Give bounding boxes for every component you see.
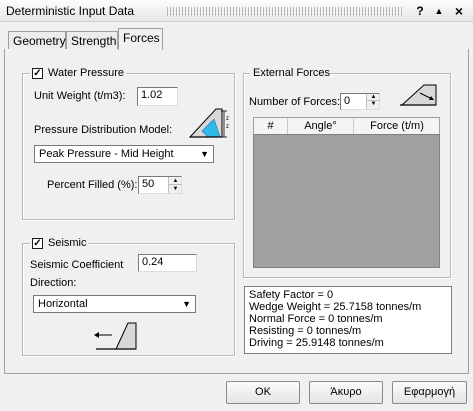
result-line: Wedge Weight = 25.7158 tonnes/m xyxy=(249,301,422,313)
result-line: Driving = 25.9148 tonnes/m xyxy=(249,337,384,349)
results-box: Safety Factor = 0 Wedge Weight = 25.7158… xyxy=(244,286,452,354)
column-header-number[interactable]: # xyxy=(254,118,288,135)
percent-filled-value: 50 xyxy=(142,178,155,190)
column-header-force[interactable]: Force (t/m) xyxy=(354,118,440,135)
distribution-label: Pressure Distribution Model: xyxy=(34,124,173,136)
spin-down-icon[interactable]: ▼ xyxy=(367,101,380,108)
forces-table-body[interactable] xyxy=(253,134,440,268)
water-pressure-checkbox[interactable]: ✓ xyxy=(32,68,43,79)
percent-filled-input[interactable]: 50 ▲ ▼ xyxy=(138,176,182,194)
tab-strength[interactable]: Strength xyxy=(66,31,118,50)
direction-value: Horizontal xyxy=(38,298,88,310)
seismic-coefficient-label: Seismic Coefficient xyxy=(30,259,124,271)
spin-up-icon[interactable]: ▲ xyxy=(367,94,380,101)
unit-weight-label: Unit Weight (t/m3): xyxy=(34,90,126,102)
seismic-coefficient-input[interactable]: 0.24 xyxy=(138,254,197,272)
percent-filled-label: Percent Filled (%): xyxy=(47,179,138,191)
external-force-slope-icon xyxy=(398,83,438,107)
svg-text:z: z xyxy=(226,124,229,130)
number-of-forces-label: Number of Forces: xyxy=(249,96,341,108)
direction-label: Direction: xyxy=(30,277,77,289)
result-line: Resisting = 0 tonnes/m xyxy=(249,325,362,337)
help-button[interactable]: ? xyxy=(413,3,427,19)
collapse-button[interactable]: ▲ xyxy=(432,3,446,19)
water-pressure-wedge-icon: z z xyxy=(188,107,233,141)
window-title: Deterministic Input Data xyxy=(6,4,135,18)
unit-weight-input[interactable]: 1.02 xyxy=(137,87,178,106)
number-of-forces-value: 0 xyxy=(344,95,351,107)
apply-button[interactable]: Εφαρμογή xyxy=(392,381,467,404)
ok-button[interactable]: OK xyxy=(226,381,300,404)
forces-table-header: # Angle° Force (t/m) xyxy=(253,117,440,135)
seismic-slope-icon xyxy=(92,319,137,351)
tab-forces[interactable]: Forces xyxy=(118,28,163,50)
number-of-forces-spinner[interactable]: ▲ ▼ xyxy=(366,94,380,109)
seismic-checkbox[interactable]: ✓ xyxy=(32,238,43,249)
chevron-down-icon: ▼ xyxy=(200,149,209,159)
chevron-down-icon: ▼ xyxy=(182,299,191,309)
water-pressure-label: Water Pressure xyxy=(48,67,125,79)
spin-down-icon[interactable]: ▼ xyxy=(169,185,182,193)
seismic-label: Seismic xyxy=(48,237,87,249)
distribution-select[interactable]: Peak Pressure - Mid Height ▼ xyxy=(34,145,214,163)
result-line: Normal Force = 0 tonnes/m xyxy=(249,313,383,325)
spin-up-icon[interactable]: ▲ xyxy=(169,177,182,185)
distribution-value: Peak Pressure - Mid Height xyxy=(39,148,174,160)
title-bar: Deterministic Input Data ? ▲ × xyxy=(0,0,473,22)
external-forces-label: External Forces xyxy=(253,67,331,79)
column-header-angle[interactable]: Angle° xyxy=(288,118,354,135)
result-line: Safety Factor = 0 xyxy=(249,289,334,301)
tab-geometry[interactable]: Geometry xyxy=(8,31,66,50)
percent-filled-spinner[interactable]: ▲ ▼ xyxy=(168,177,182,193)
title-grip[interactable] xyxy=(167,7,403,16)
direction-select[interactable]: Horizontal ▼ xyxy=(33,295,196,313)
number-of-forces-input[interactable]: 0 ▲ ▼ xyxy=(340,93,380,110)
svg-text:z: z xyxy=(226,116,229,122)
cancel-button[interactable]: Άκυρο xyxy=(309,381,383,404)
close-button[interactable]: × xyxy=(452,3,466,19)
